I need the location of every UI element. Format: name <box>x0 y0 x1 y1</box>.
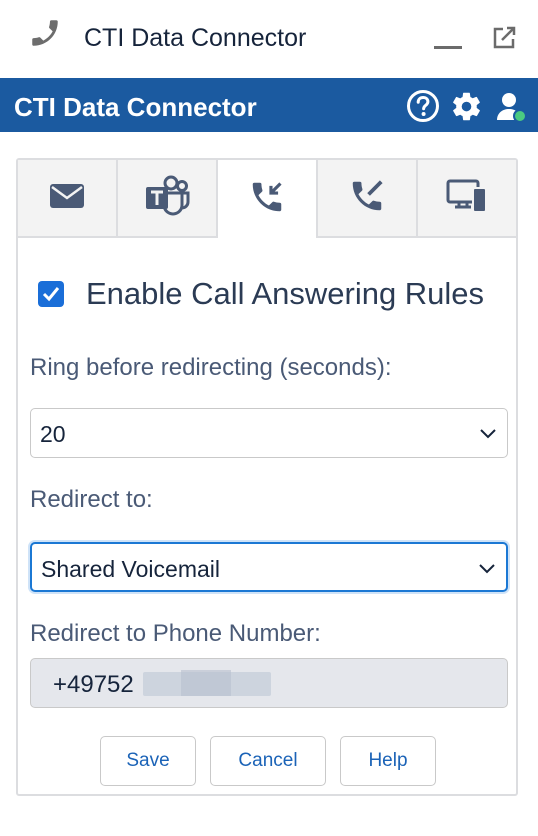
ring-seconds-select[interactable]: 20 <box>30 408 508 458</box>
help-button[interactable]: Help <box>340 736 436 786</box>
tab-call-answering[interactable] <box>218 160 318 238</box>
settings-panel: Enable Call Answering Rules Ring before … <box>16 158 518 796</box>
tab-devices[interactable] <box>418 160 516 238</box>
gear-icon[interactable] <box>450 90 483 128</box>
tab-email[interactable] <box>18 160 118 238</box>
phone-number-field[interactable]: +49752 <box>30 658 508 708</box>
phone-icon <box>28 16 62 55</box>
enable-rules-label: Enable Call Answering Rules <box>86 276 485 311</box>
redacted-digits-shade <box>181 670 231 696</box>
chevron-down-icon <box>478 562 496 580</box>
save-button[interactable]: Save <box>100 736 196 786</box>
phone-number-label: Redirect to Phone Number: <box>30 620 321 647</box>
help-icon[interactable] <box>406 89 440 128</box>
call-forward-icon <box>348 177 386 220</box>
enable-rules-row: Enable Call Answering Rules <box>38 276 484 312</box>
cancel-button[interactable]: Cancel <box>210 736 326 786</box>
redirect-to-value: Shared Voicemail <box>41 556 220 582</box>
redirect-to-select[interactable]: Shared Voicemail <box>30 542 508 592</box>
redirect-label: Redirect to: <box>30 486 153 513</box>
chevron-down-icon <box>479 427 497 445</box>
ring-label: Ring before redirecting (seconds): <box>30 354 392 381</box>
window-title: CTI Data Connector <box>84 24 307 52</box>
tab-bar <box>18 160 516 238</box>
app-title: CTI Data Connector <box>14 92 257 122</box>
tab-call-forward[interactable] <box>318 160 418 238</box>
window-titlebar: CTI Data Connector <box>0 0 538 78</box>
minimize-button[interactable] <box>434 46 462 49</box>
app-header: CTI Data Connector <box>0 78 538 132</box>
mail-icon <box>49 182 85 215</box>
ring-seconds-value: 20 <box>40 421 66 447</box>
user-status-icon[interactable] <box>494 90 528 129</box>
phone-number-value: +49752 <box>53 671 134 698</box>
popout-icon[interactable] <box>490 24 518 57</box>
teams-icon <box>144 175 190 222</box>
incoming-call-icon <box>248 178 286 221</box>
desktop-device-icon <box>446 178 488 219</box>
tab-teams[interactable] <box>118 160 218 238</box>
enable-rules-checkbox[interactable] <box>38 281 64 307</box>
